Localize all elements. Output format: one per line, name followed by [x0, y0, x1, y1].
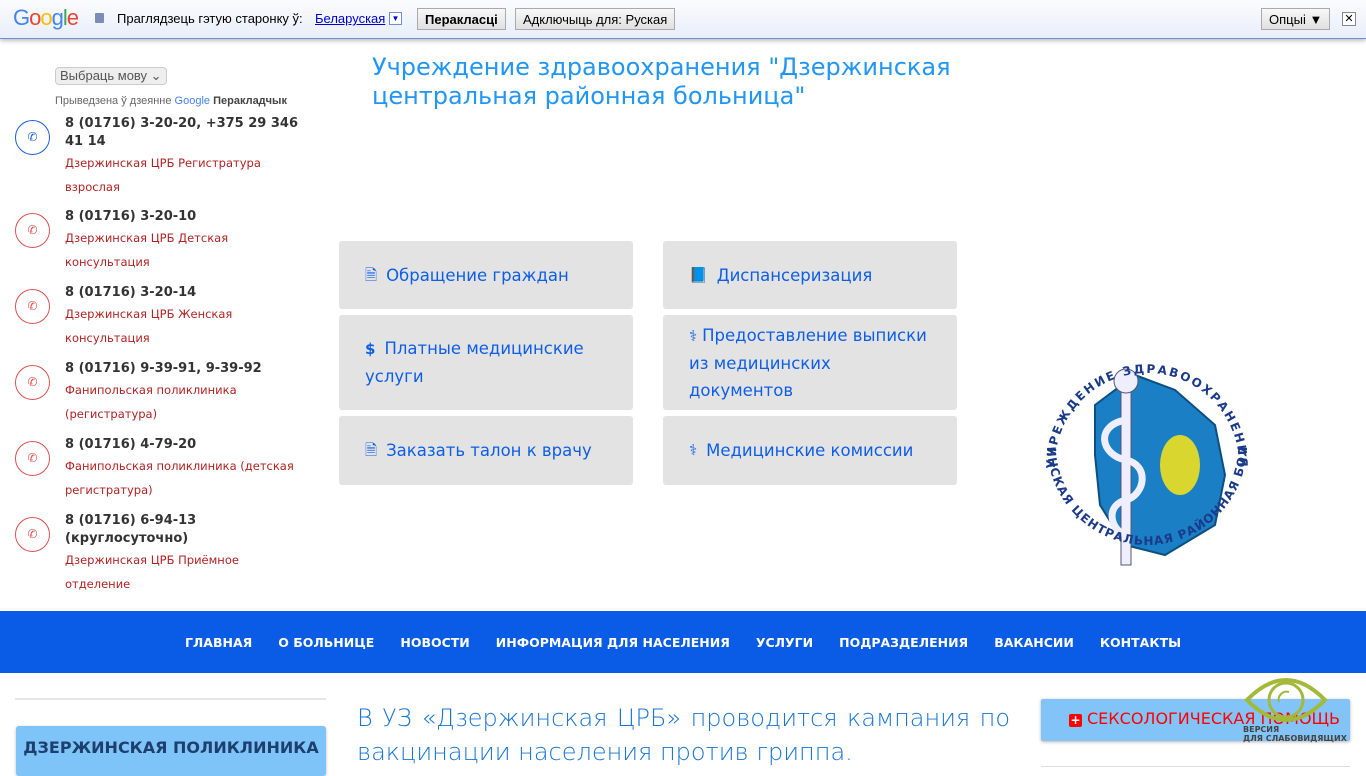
language-link[interactable]: Беларуская	[315, 11, 385, 26]
tile-dispensary[interactable]: 📘 Диспансеризация	[663, 241, 957, 309]
contact-item: ✆ 8 (01716) 3-20-20, +375 29 346 41 14 Дзе…	[15, 115, 305, 199]
book-icon: 📘	[689, 265, 708, 284]
tile-paid-services[interactable]: $ Платные медицинские услуги	[339, 315, 633, 410]
tile-label: Платные медицинские услуги	[365, 339, 584, 386]
site-title[interactable]: Учреждение здравоохранения "Дзержинская …	[372, 53, 1092, 111]
powered-prefix: Прыведзена ў дзеянне	[55, 95, 172, 107]
contact-phone[interactable]: 8 (01716) 4-79-20	[65, 436, 305, 454]
polyclinic-button[interactable]: ДЗЕРЖИНСКАЯ ПОЛИКЛИНИКА	[16, 726, 326, 776]
contact-desc: Фанипольская поликлиника (детская регист…	[65, 459, 294, 497]
tile-label: Медицинские комиссии	[706, 441, 914, 460]
tile-label: Диспансеризация	[716, 265, 873, 285]
contact-phone[interactable]: 8 (01716) 6-94-13 (круглосуточно)	[65, 512, 215, 548]
hospital-logo: УЧРЕЖДЕНИЕ ЗДРАВООХРАНЕНИЯ ДЗЕРЖИНСКАЯ Ц…	[1025, 345, 1249, 566]
close-icon[interactable]: ✕	[1342, 12, 1356, 26]
contact-desc: Дзержинская ЦРБ Регистратура взрослая	[65, 156, 261, 194]
phone-icon: ✆	[15, 365, 50, 400]
lock-icon	[95, 13, 104, 23]
contact-phone[interactable]: 8 (01716) 9-39-91, 9-39-92	[65, 360, 305, 378]
nav-contacts[interactable]: КОНТАКТЫ	[1100, 635, 1181, 650]
phone-icon: ✆	[15, 289, 50, 324]
tile-medical-extracts[interactable]: ⚕ Предоставление выписки из медицинских д…	[663, 315, 957, 410]
stethoscope-icon: ⚕	[689, 441, 698, 459]
contact-item: ✆ 8 (01716) 9-39-91, 9-39-92 Фанипольская …	[15, 360, 305, 426]
translate-button[interactable]: Перакласці	[417, 8, 506, 30]
tile-label: Предоставление выписки из медицинских до…	[689, 325, 927, 400]
tile-citizen-appeals[interactable]: 🗎 Обращение граждан	[339, 241, 633, 309]
phone-icon: ✆	[15, 120, 50, 155]
google-small-logo: Google	[174, 95, 211, 107]
file-text-icon: 🗎	[365, 441, 378, 459]
contact-item: ✆ 8 (01716) 4-79-20 Фанипольская поликлини…	[15, 436, 305, 502]
nav-home[interactable]: ГЛАВНАЯ	[185, 635, 252, 650]
language-select-value: Выбраць мову	[60, 68, 148, 83]
user-md-icon: ⚕	[689, 326, 698, 345]
low-vision-line2: ДЛЯ СЛАБОВИДЯЩИХ	[1243, 734, 1347, 743]
contact-desc: Дзержинская ЦРБ Приёмное отделение	[65, 553, 239, 591]
divider	[1041, 766, 1350, 767]
plus-square-icon: +	[1069, 713, 1082, 727]
contact-desc: Фанипольская поликлиника (регистратура)	[65, 383, 237, 421]
news-headline[interactable]: В УЗ «Дзержинская ЦРБ» проводится кампан…	[357, 701, 1010, 769]
nav-services[interactable]: УСЛУГИ	[756, 635, 813, 650]
google-logo: Google	[13, 5, 79, 30]
low-vision-version[interactable]: ВЕРСИЯ ДЛЯ СЛАБОВИДЯЩИХ	[1243, 725, 1347, 743]
low-vision-line1: ВЕРСИЯ	[1243, 725, 1280, 734]
phone-icon: ✆	[15, 441, 50, 476]
tile-label: Заказать талон к врачу	[386, 441, 592, 460]
contact-desc: Дзержинская ЦРБ Детская консультация	[65, 231, 229, 269]
nav-vacancies[interactable]: ВАКАНСИИ	[994, 635, 1074, 650]
contact-phone[interactable]: 8 (01716) 3-20-20, +375 29 346 41 14	[65, 115, 305, 151]
powered-by: Прыведзена ў дзеянне Google Перакладчык	[55, 95, 287, 107]
nav-departments[interactable]: ПОДРАЗДЕЛЕНИЯ	[839, 635, 968, 650]
powered-product: Перакладчык	[213, 95, 287, 107]
translate-prompt: Праглядзець гэтую старонку ў:	[117, 11, 303, 26]
contact-desc: Дзержинская ЦРБ Женская консультация	[65, 307, 233, 345]
phone-icon: ✆	[15, 213, 50, 248]
tile-medical-commissions[interactable]: ⚕ Медицинские комиссии	[663, 416, 957, 485]
translate-bar: Google Праглядзець гэтую старонку ў: Бел…	[0, 0, 1366, 39]
contact-item: ✆ 8 (01716) 6-94-13 (круглосуточно) Дзержи…	[15, 512, 305, 596]
file-text-icon: 🗎	[365, 265, 378, 284]
contact-item: ✆ 8 (01716) 3-20-14 Дзержинская ЦРБ Женска…	[15, 284, 305, 350]
options-button[interactable]: Опцыі ▼	[1261, 8, 1331, 30]
dollar-icon: $	[365, 340, 376, 358]
nav-about[interactable]: О БОЛЬНИЦЕ	[278, 635, 374, 650]
language-select[interactable]: Выбраць мову ⌄	[55, 67, 167, 85]
contact-phone[interactable]: 8 (01716) 3-20-10	[65, 208, 305, 226]
main-nav: ГЛАВНАЯ О БОЛЬНИЦЕ НОВОСТИ ИНФОРМАЦИЯ ДЛ…	[0, 611, 1366, 673]
phone-icon: ✆	[15, 517, 50, 552]
contact-item: ✆ 8 (01716) 3-20-10 Дзержинская ЦРБ Детска…	[15, 208, 305, 274]
contact-phone[interactable]: 8 (01716) 3-20-14	[65, 284, 305, 302]
tile-label: Обращение граждан	[386, 265, 569, 285]
nav-news[interactable]: НОВОСТИ	[400, 635, 469, 650]
disable-translate-button[interactable]: Адключыць для: Руская	[515, 8, 676, 30]
nav-info[interactable]: ИНФОРМАЦИЯ ДЛЯ НАСЕЛЕНИЯ	[496, 635, 730, 650]
tile-book-appointment[interactable]: 🗎 Заказать талон к врачу	[339, 416, 633, 485]
divider	[15, 698, 326, 700]
language-dropdown-icon[interactable]: ▼	[389, 12, 402, 25]
eye-icon[interactable]	[1243, 672, 1329, 728]
